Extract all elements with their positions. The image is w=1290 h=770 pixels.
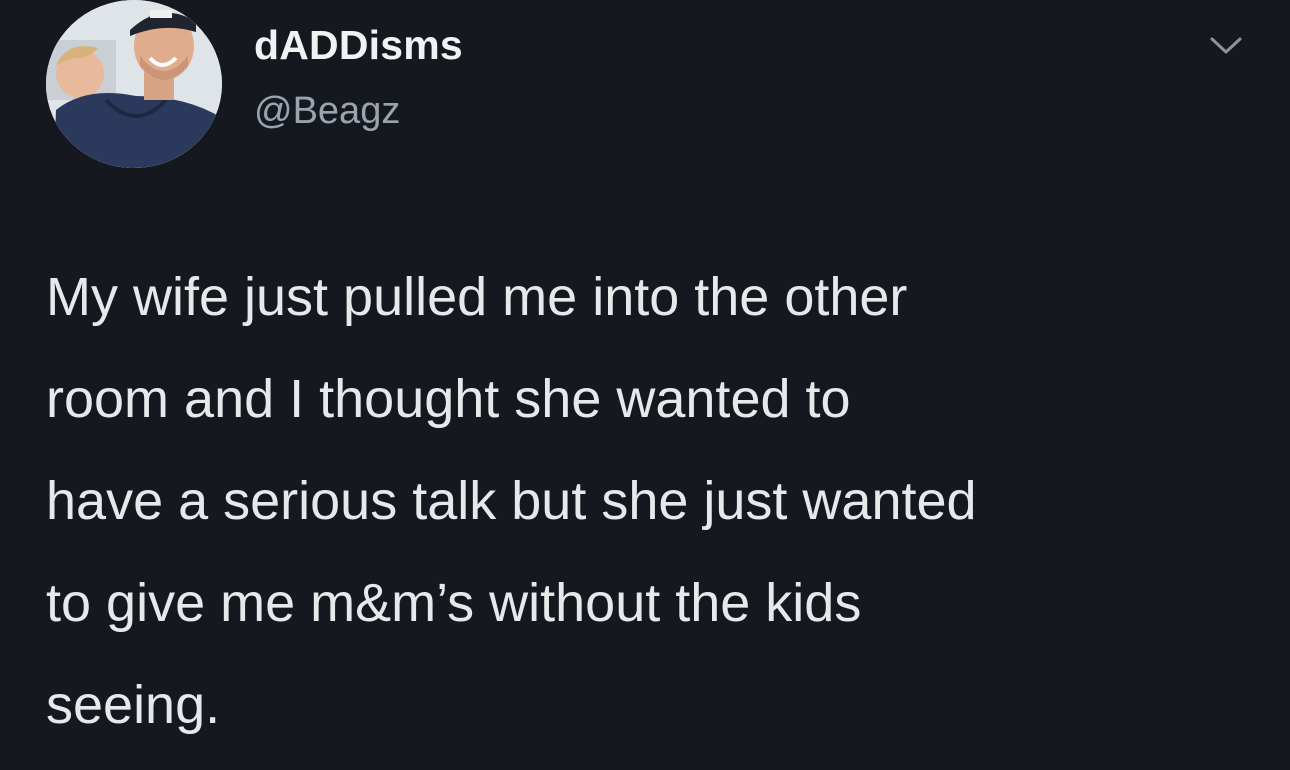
user-handle[interactable]: @Beagz	[254, 90, 400, 133]
tweet-card: dADDisms @Beagz My wife just pulled me i…	[0, 0, 1290, 770]
tweet-text: My wife just pulled me into the other ro…	[46, 267, 977, 735]
chevron-down-icon	[1210, 37, 1242, 54]
avatar[interactable]	[46, 0, 222, 168]
user-photo-icon	[46, 0, 222, 168]
tweet-menu-button[interactable]	[1208, 30, 1244, 60]
display-name[interactable]: dADDisms	[254, 22, 463, 69]
